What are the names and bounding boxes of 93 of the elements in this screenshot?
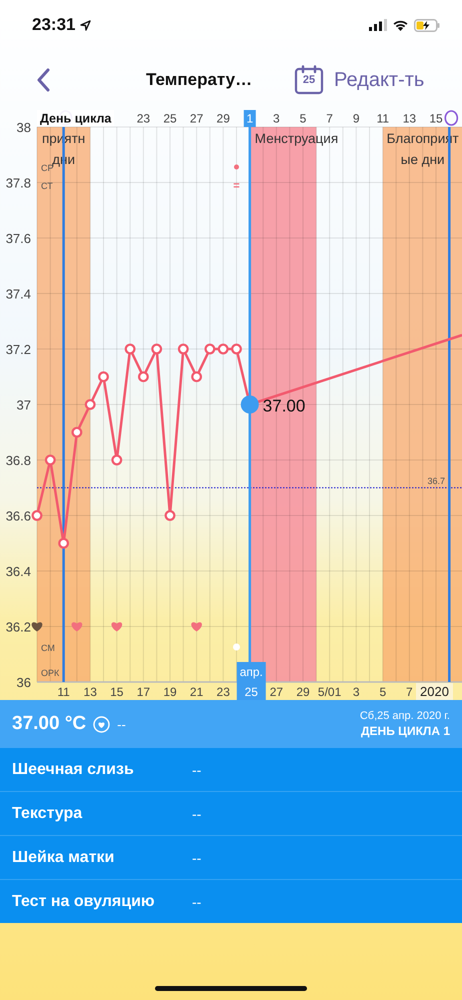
data-point[interactable] (72, 426, 82, 438)
y-axis-label: 37.8 (6, 176, 31, 190)
cycle-day-label: 13 (402, 112, 416, 126)
date-label: 3 (352, 685, 360, 699)
y-axis-label: 37 (16, 398, 31, 412)
row-label: СМ (41, 643, 55, 653)
detail-row[interactable]: Тест на овуляцию -- (0, 880, 462, 923)
cycle-day-label: 9 (352, 112, 360, 126)
data-point[interactable] (84, 399, 96, 410)
detail-row[interactable]: Текстура -- (0, 792, 462, 836)
y-axis-label: 36.6 (6, 508, 31, 524)
temperature-value: 37.00 °C (12, 713, 86, 735)
screen-title: Температу… (146, 70, 254, 90)
calendar-day-number: 25 (302, 74, 316, 86)
date-text: Сб,25 апр. 2020 г. (360, 710, 450, 722)
date-label: 17 (136, 685, 150, 699)
band-label: Менструация (254, 131, 338, 146)
edit-button[interactable]: 25 Редакт-ть (294, 65, 424, 95)
cycle-day-text: ДЕНЬ ЦИКЛА 1 (361, 724, 450, 738)
data-point[interactable] (178, 344, 189, 354)
cover-line-label: 36.7 (427, 476, 445, 486)
y-axis-label: 38 (16, 120, 31, 135)
selected-date-tag: апр. 25 (236, 662, 266, 700)
row-label: СТ (41, 181, 53, 191)
data-point[interactable] (231, 344, 242, 354)
y-axis-label: 36.2 (6, 620, 31, 634)
heart-circle-icon (93, 716, 110, 732)
band-label: ые дни (400, 152, 445, 167)
data-point[interactable] (58, 538, 69, 549)
detail-label: Текстура (12, 804, 84, 822)
date-label: 15 (110, 685, 124, 699)
detail-label: Шейка матки (12, 848, 116, 866)
cycle-day-label: 7 (326, 112, 333, 126)
cycle-day-label: 11 (376, 112, 390, 126)
calendar-icon (294, 65, 324, 95)
date-label: 21 (190, 685, 204, 699)
axis-title: День цикла (40, 112, 112, 126)
y-axis-label: 36.4 (6, 564, 31, 579)
data-point[interactable] (111, 454, 122, 466)
y-axis-label: 37.2 (6, 342, 31, 357)
y-axis-label: 36.8 (6, 453, 31, 468)
cycle-day-label: 27 (190, 112, 204, 126)
cycle-day-label: 5 (300, 112, 306, 126)
y-axis-label: 37.6 (6, 231, 31, 246)
cycle-day-label: 23 (136, 112, 150, 126)
selected-value: 37.00 (262, 396, 306, 416)
year-tag: 2020 (416, 683, 453, 700)
detail-value: -- (192, 850, 202, 866)
date-label: 5/01 (318, 685, 342, 699)
data-point[interactable] (151, 344, 162, 354)
data-point[interactable] (138, 371, 149, 382)
location-arrow-icon (80, 20, 92, 30)
data-point[interactable] (164, 510, 176, 521)
data-point[interactable] (98, 371, 109, 382)
cycle-day-highlight: 1 (244, 110, 256, 127)
detail-value: -- (192, 762, 202, 778)
data-point[interactable] (218, 344, 229, 354)
cycle-day-label: 3 (273, 112, 280, 126)
detail-row[interactable]: Шеечная слизь -- (0, 748, 462, 792)
data-point[interactable] (204, 344, 216, 354)
detail-value: -- (192, 894, 202, 910)
date-label: 23 (216, 685, 230, 699)
date-label: 29 (296, 685, 310, 699)
y-axis-label: 36 (16, 675, 31, 690)
y-axis-label: 37.4 (6, 286, 31, 302)
data-point[interactable] (32, 510, 42, 521)
marker-symbol: = (233, 180, 240, 192)
selected-point[interactable] (240, 396, 259, 414)
cycle-day-label: 29 (216, 112, 230, 126)
cycle-day-label: 15 (429, 112, 443, 126)
wifi-icon (392, 19, 409, 31)
data-point[interactable] (191, 371, 202, 382)
x-tick-label: 25 (244, 685, 258, 699)
date-label: 11 (57, 685, 70, 699)
detail-value: -- (192, 806, 202, 822)
detail-label: Тест на овуляцию (12, 892, 156, 910)
cycle-day-label: 25 (163, 112, 177, 126)
signal-icon (369, 19, 387, 31)
data-point[interactable] (124, 344, 136, 354)
date-label: 13 (84, 685, 97, 699)
date-label: 27 (270, 685, 284, 699)
clock-time: 23:31 (32, 15, 76, 35)
date-label: 19 (163, 685, 177, 699)
note-value: -- (117, 716, 126, 732)
ovulation-ring-icon (444, 110, 458, 126)
date-label: 7 (406, 685, 413, 699)
chevron-left-icon (36, 68, 50, 92)
detail-row[interactable]: Шейка матки -- (0, 836, 462, 880)
date-label: 5 (379, 685, 386, 699)
row-label: ОРК (41, 668, 60, 678)
detail-label: Шеечная слизь (12, 760, 135, 778)
battery-charging-icon (414, 18, 440, 32)
data-point[interactable] (44, 454, 56, 466)
